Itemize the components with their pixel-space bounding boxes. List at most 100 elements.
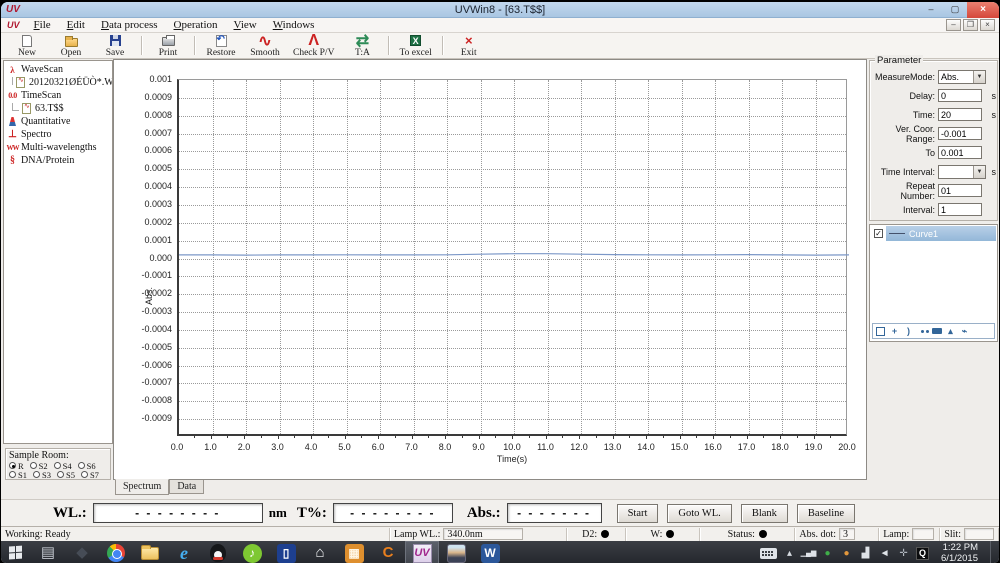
working-status-cell: Working: Ready bbox=[1, 528, 390, 541]
minimize-button[interactable]: – bbox=[919, 2, 943, 18]
internet-explorer-icon[interactable]: e bbox=[167, 541, 201, 563]
ta-button[interactable]: ⇄ T:A bbox=[340, 33, 384, 58]
save-button[interactable]: Save bbox=[93, 33, 137, 58]
ver-coor-range-input[interactable] bbox=[938, 127, 982, 140]
tree-item-wavescan[interactable]: λ WaveScan bbox=[4, 63, 112, 76]
restore-button[interactable]: Restore bbox=[199, 33, 243, 58]
mdi-minimize-button[interactable]: – bbox=[946, 19, 961, 31]
new-button[interactable]: New bbox=[5, 33, 49, 58]
tree-item-quantitative[interactable]: Quantitative bbox=[4, 115, 112, 128]
taskbar-clock[interactable]: 1:22 PM 6/1/2015 bbox=[935, 542, 984, 563]
delay-input[interactable] bbox=[938, 89, 982, 102]
goto-wl-button[interactable]: Goto WL. bbox=[667, 504, 731, 523]
hidden-icons-chevron[interactable]: ▴ bbox=[783, 547, 796, 560]
media-c-icon[interactable]: C bbox=[371, 541, 405, 563]
menu-data-process[interactable]: Data process bbox=[93, 18, 166, 33]
chrome-icon[interactable] bbox=[99, 541, 133, 563]
curve-legend-row[interactable]: ✓ Curve1 bbox=[871, 226, 996, 241]
network-icon[interactable]: ▟ bbox=[859, 547, 872, 560]
sample-room-radio-s3[interactable]: S3 bbox=[33, 470, 51, 480]
tree-item-spectro[interactable]: ⊥ Spectro bbox=[4, 128, 112, 141]
check-pv-button[interactable]: Λ Check P/V bbox=[287, 33, 340, 58]
start-button[interactable]: Start bbox=[617, 504, 659, 523]
y-tick-label: 0.001 bbox=[128, 75, 172, 84]
mdi-close-button[interactable]: × bbox=[980, 19, 995, 31]
menu-operation[interactable]: Operation bbox=[166, 18, 226, 33]
input-method-icon[interactable]: Q bbox=[916, 547, 929, 560]
interval-input[interactable] bbox=[938, 203, 982, 216]
menu-windows[interactable]: Windows bbox=[265, 18, 323, 33]
curve-checkbox[interactable]: ✓ bbox=[874, 229, 883, 238]
baseline-button[interactable]: Baseline bbox=[797, 504, 855, 523]
volume-icon[interactable]: ◄ bbox=[878, 547, 891, 560]
windows-logo-icon bbox=[9, 546, 23, 561]
menu-file[interactable]: File bbox=[26, 18, 59, 33]
eraser-icon[interactable] bbox=[931, 326, 942, 337]
hat-app-icon[interactable]: ◆ bbox=[65, 541, 99, 563]
smooth-button[interactable]: ∿ Smooth bbox=[243, 33, 287, 58]
tree-item-multi-wavelengths[interactable]: WW Multi-wavelengths bbox=[4, 141, 112, 154]
calendar-app-icon-tile: ▦ bbox=[345, 544, 364, 563]
blank-button[interactable]: Blank bbox=[741, 504, 788, 523]
tab-spectrum[interactable]: Spectrum bbox=[115, 479, 169, 495]
uvwin-taskbar-icon[interactable]: UV bbox=[405, 541, 439, 563]
document-icon[interactable]: UV bbox=[1, 20, 26, 30]
show-desktop-button[interactable] bbox=[990, 541, 995, 563]
tree-item-timescan[interactable]: 0.0 TimeScan bbox=[4, 89, 112, 102]
file-explorer-icon[interactable] bbox=[133, 541, 167, 563]
security-shield-icon[interactable]: ● bbox=[821, 547, 834, 560]
word-icon[interactable]: W bbox=[473, 541, 507, 563]
maximize-button[interactable]: ▢ bbox=[943, 2, 967, 18]
mdi-restore-button[interactable]: ❐ bbox=[963, 19, 978, 31]
x-tick-label: 4.0 bbox=[295, 442, 327, 452]
x-tick-mark bbox=[529, 436, 530, 438]
y-tick-label: 0.000 bbox=[128, 254, 172, 263]
music-app-icon[interactable]: ♪ bbox=[235, 541, 269, 563]
y-tick-label: -0.0009 bbox=[128, 414, 172, 423]
tree-item-timescan-file[interactable]: 63.T$$ bbox=[4, 102, 112, 115]
radio-icon bbox=[78, 462, 85, 469]
marker-icon[interactable]: ▴ bbox=[945, 326, 956, 337]
measure-mode-select[interactable]: Abs. ▼ bbox=[938, 70, 986, 84]
tree-item-dna-protein[interactable]: § DNA/Protein bbox=[4, 154, 112, 167]
x-tick-label: 2.0 bbox=[228, 442, 260, 452]
keyboard-tray-icon[interactable] bbox=[760, 548, 777, 559]
plot-area[interactable] bbox=[177, 79, 847, 436]
sample-room-radio-s5[interactable]: S5 bbox=[57, 470, 75, 480]
print-button[interactable]: Print bbox=[146, 33, 190, 58]
game-avatar-icon[interactable] bbox=[439, 541, 473, 563]
home-app-icon[interactable]: ⌂ bbox=[303, 541, 337, 563]
exit-button[interactable]: × Exit bbox=[447, 33, 491, 58]
to-input[interactable] bbox=[938, 146, 982, 159]
task-view-icon[interactable]: ▤ bbox=[31, 541, 65, 563]
time-input[interactable] bbox=[938, 108, 982, 121]
curve-icon[interactable]: ) bbox=[903, 326, 914, 337]
close-button[interactable]: × bbox=[967, 2, 999, 18]
video-player-icon[interactable]: ▯ bbox=[269, 541, 303, 563]
y-tick-label: 0.0008 bbox=[128, 111, 172, 120]
menu-edit[interactable]: Edit bbox=[59, 18, 93, 33]
sample-room-radio-s1[interactable]: S1 bbox=[9, 470, 27, 480]
pin-icon[interactable]: ✛ bbox=[897, 547, 910, 560]
start-button[interactable] bbox=[1, 541, 31, 563]
to-excel-button[interactable]: X To excel bbox=[393, 33, 437, 58]
y-tick-label: -0.0008 bbox=[128, 396, 172, 405]
tab-data[interactable]: Data bbox=[169, 480, 204, 494]
center-icon[interactable]: + bbox=[889, 326, 900, 337]
calendar-app-icon[interactable]: ▦ bbox=[337, 541, 371, 563]
zoom-box-icon[interactable] bbox=[875, 326, 886, 337]
open-button[interactable]: Open bbox=[49, 33, 93, 58]
points-icon[interactable] bbox=[917, 326, 928, 337]
user-tray-icon[interactable]: ● bbox=[840, 547, 853, 560]
x-tick-mark bbox=[646, 436, 647, 439]
tree-item-wavescan-file[interactable]: 20120321ØÉÜÒ*.W$$ bbox=[4, 76, 112, 89]
repeat-number-input[interactable] bbox=[938, 184, 982, 197]
y-tick-label: -0.0006 bbox=[128, 361, 172, 370]
qq-icon[interactable] bbox=[201, 541, 235, 563]
signal-bars-icon[interactable]: ▁▄▆ bbox=[802, 547, 815, 560]
sample-room-radio-s7[interactable]: S7 bbox=[81, 470, 99, 480]
time-interval-select[interactable]: ▼ bbox=[938, 165, 986, 179]
restore-arrow-icon bbox=[216, 35, 227, 47]
wrench-icon[interactable]: ⌁ bbox=[959, 326, 970, 337]
printer-icon bbox=[162, 37, 175, 46]
